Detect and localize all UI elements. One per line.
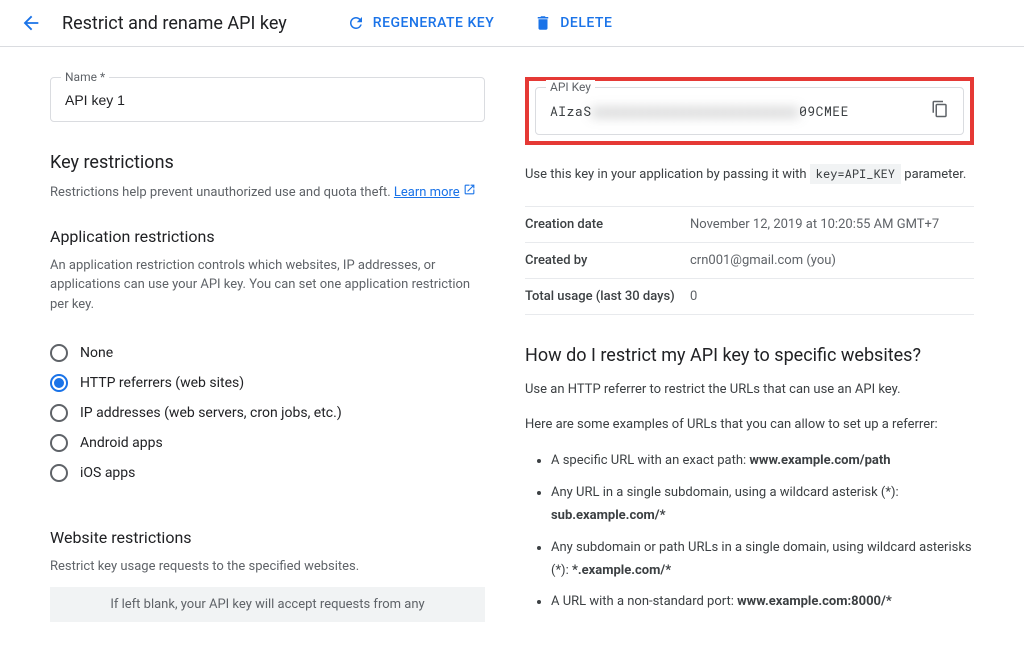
copy-button[interactable] [931, 100, 949, 122]
app-restrictions-heading: Application restrictions [50, 227, 485, 246]
website-restrictions-heading: Website restrictions [50, 528, 485, 547]
page-title: Restrict and rename API key [62, 13, 287, 34]
radio-label: IP addresses (web servers, cron jobs, et… [80, 405, 342, 421]
api-key-highlight-box: API Key AIzaSxxxxxxxxxxxxxxxxxxxxxxxxx09… [525, 77, 974, 145]
radio-circle-icon [50, 434, 68, 452]
radio-label: iOS apps [80, 465, 135, 481]
info-table: Creation dateNovember 12, 2019 at 10:20:… [525, 206, 974, 315]
faq-list-item: A URL with a non-standard port: www.exam… [551, 590, 974, 613]
topbar: Restrict and rename API key REGENERATE K… [0, 0, 1024, 47]
delete-label: DELETE [560, 15, 612, 31]
key-restrictions-desc: Restrictions help prevent unauthorized u… [50, 183, 485, 203]
info-row: Created bycrn001@gmail.com (you) [525, 243, 974, 279]
faq-p1: Use an HTTP referrer to restrict the URL… [525, 380, 974, 401]
left-column: Name * Key restrictions Restrictions hel… [50, 77, 485, 622]
radio-option[interactable]: None [50, 338, 485, 368]
info-row: Total usage (last 30 days)0 [525, 279, 974, 315]
info-value: 0 [690, 289, 974, 304]
name-label: Name * [61, 70, 109, 84]
key-restrictions-heading: Key restrictions [50, 152, 485, 173]
website-restrictions-note: If left blank, your API key will accept … [50, 587, 485, 622]
back-button[interactable] [20, 12, 42, 34]
radio-option[interactable]: IP addresses (web servers, cron jobs, et… [50, 398, 485, 428]
info-key: Creation date [525, 217, 690, 232]
radio-label: None [80, 345, 113, 361]
info-value: November 12, 2019 at 10:20:55 AM GMT+7 [690, 217, 974, 232]
app-restrictions-radio-group: None HTTP referrers (web sites) IP address… [50, 338, 485, 488]
faq-p2: Here are some examples of URLs that you … [525, 415, 974, 436]
api-key-value: AIzaSxxxxxxxxxxxxxxxxxxxxxxxxx09CMEE [550, 102, 849, 120]
faq-heading: How do I restrict my API key to specific… [525, 345, 974, 366]
name-field-wrap[interactable]: Name * [50, 77, 485, 122]
radio-option[interactable]: iOS apps [50, 458, 485, 488]
info-key: Created by [525, 253, 690, 268]
faq-list-item: Any subdomain or path URLs in a single d… [551, 536, 974, 583]
trash-icon [534, 14, 552, 32]
delete-button[interactable]: DELETE [534, 14, 612, 32]
faq-list-item: Any URL in a single subdomain, using a w… [551, 481, 974, 528]
api-key-label: API Key [546, 80, 595, 94]
refresh-icon [347, 14, 365, 32]
arrow-back-icon [20, 12, 42, 34]
radio-option[interactable]: HTTP referrers (web sites) [50, 368, 485, 398]
code-param: key=API_KEY [810, 164, 901, 184]
learn-more-link[interactable]: Learn more [394, 185, 460, 200]
radio-circle-icon [50, 404, 68, 422]
radio-option[interactable]: Android apps [50, 428, 485, 458]
name-input[interactable] [65, 92, 470, 108]
faq-list-item: A specific URL with an exact path: www.e… [551, 449, 974, 472]
copy-icon [931, 100, 949, 118]
radio-circle-icon [50, 374, 68, 392]
info-row: Creation dateNovember 12, 2019 at 10:20:… [525, 206, 974, 243]
external-link-icon [463, 185, 476, 200]
content: Name * Key restrictions Restrictions hel… [0, 47, 1024, 652]
regenerate-label: REGENERATE KEY [373, 15, 494, 31]
info-value: crn001@gmail.com (you) [690, 253, 974, 268]
app-restrictions-desc: An application restriction controls whic… [50, 256, 485, 315]
website-restrictions-desc: Restrict key usage requests to the speci… [50, 557, 485, 577]
radio-circle-icon [50, 464, 68, 482]
faq-list: A specific URL with an exact path: www.e… [525, 449, 974, 613]
right-column: API Key AIzaSxxxxxxxxxxxxxxxxxxxxxxxxx09… [525, 77, 974, 622]
api-key-help: Use this key in your application by pass… [525, 165, 974, 186]
radio-label: HTTP referrers (web sites) [80, 375, 244, 391]
radio-circle-icon [50, 344, 68, 362]
api-key-field: API Key AIzaSxxxxxxxxxxxxxxxxxxxxxxxxx09… [535, 87, 964, 135]
radio-label: Android apps [80, 435, 163, 451]
info-key: Total usage (last 30 days) [525, 289, 690, 304]
regenerate-button[interactable]: REGENERATE KEY [347, 14, 494, 32]
